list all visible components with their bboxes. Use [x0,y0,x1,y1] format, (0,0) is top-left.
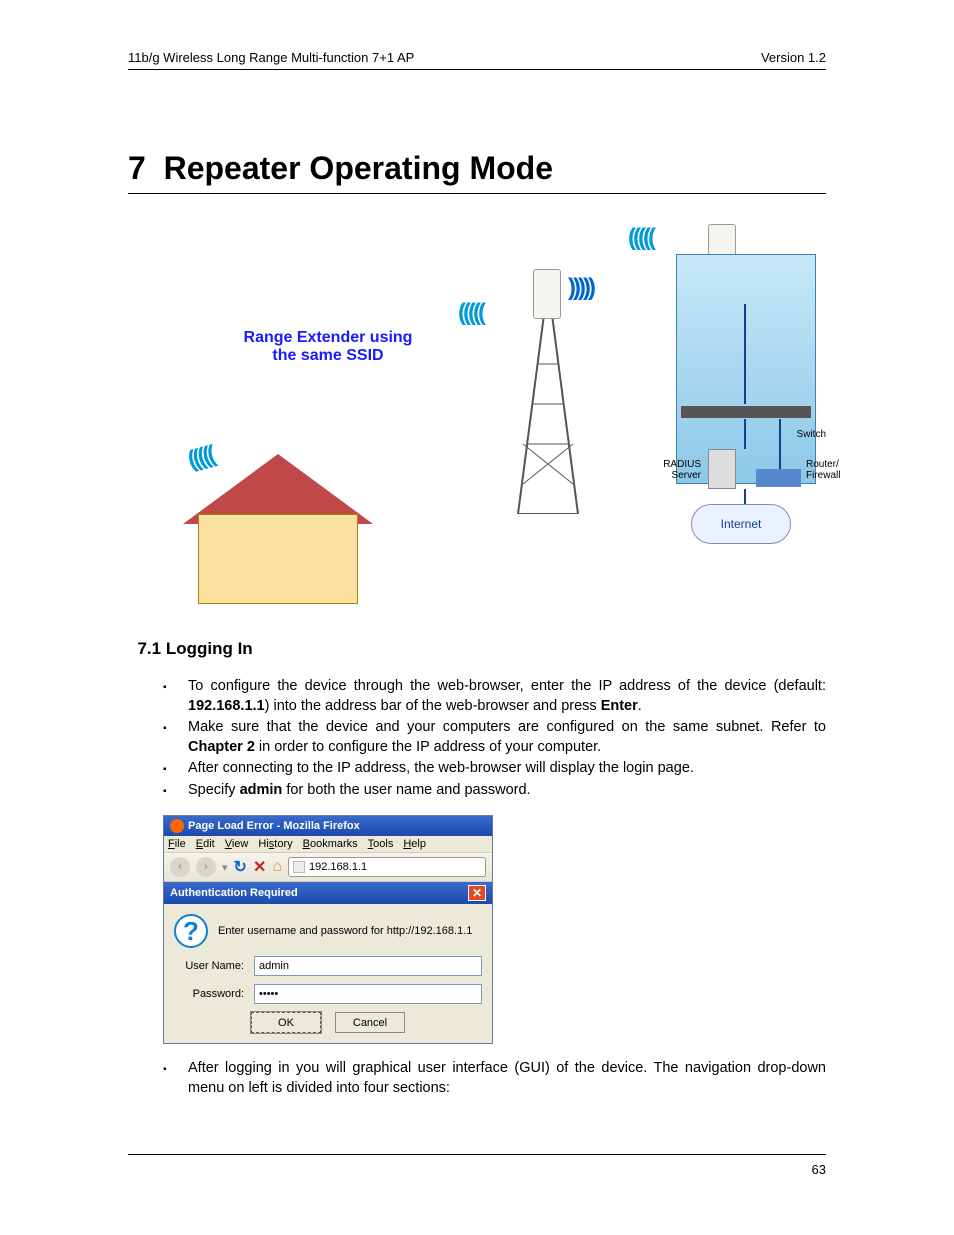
internet-cloud-icon: Internet [691,504,791,544]
close-button[interactable]: ✕ [468,885,486,901]
menu-item-bookmarks[interactable]: Bookmarks [303,838,358,850]
username-input[interactable]: admin [254,956,482,976]
forward-button[interactable]: › [196,857,216,877]
page-number: 63 [812,1162,826,1177]
list-item: Specify admin for both the user name and… [163,781,826,801]
window-titlebar: Page Load Error - Mozilla Firefox [164,816,492,836]
internet-label: Internet [721,517,762,531]
switch-icon [681,406,811,418]
question-icon: ? [174,914,208,948]
home-button[interactable]: ⌂ [272,858,282,876]
auth-message: Enter username and password for http://1… [218,925,482,937]
diagram-caption: Range Extender using the same SSID [228,329,428,365]
address-bar[interactable]: 192.168.1.1 [288,857,486,877]
switch-label: Switch [797,429,826,440]
firefox-window: Page Load Error - Mozilla Firefox File E… [163,815,493,1044]
auth-dialog-body: ? Enter username and password for http:/… [164,904,492,1043]
caption-line: Range Extender using [228,329,428,347]
cancel-button[interactable]: Cancel [335,1012,405,1033]
header-right: Version 1.2 [761,50,826,65]
section-heading: 7.1 Logging In [128,639,826,659]
network-diagram: Range Extender using the same SSID (((((… [128,214,826,614]
section-title: Logging In [166,639,253,658]
stop-button[interactable]: ✕ [253,857,266,877]
chapter-title: Repeater Operating Mode [164,150,553,186]
back-button[interactable]: ‹ [170,857,190,877]
footer-rule [128,1154,826,1155]
window-title: Page Load Error - Mozilla Firefox [188,820,360,832]
reload-button[interactable]: ↻ [234,857,247,877]
nav-toolbar: ‹ › ▾ ↻ ✕ ⌂ 192.168.1.1 [164,852,492,882]
header-left: 11b/g Wireless Long Range Multi-function… [128,50,414,65]
menu-item-view[interactable]: View [225,838,249,850]
building-diagram: Switch RADIUS Server Router/ Firewall In… [646,244,826,544]
auth-dialog-title: Authentication Required [170,887,298,899]
list-item: After connecting to the IP address, the … [163,759,826,779]
access-point-icon [533,269,561,319]
password-input[interactable]: ••••• [254,984,482,1004]
section-number: 7.1 [137,639,161,658]
wifi-signal-icon: ((((( [458,299,483,327]
username-label: User Name: [174,960,244,972]
router-label: Router/ Firewall [806,459,856,481]
instruction-list: To configure the device through the web-… [128,677,826,800]
list-item: After logging in you will graphical user… [163,1059,826,1098]
list-item: To configure the device through the web-… [163,677,826,716]
dropdown-arrow-icon[interactable]: ▾ [222,861,228,874]
list-item: Make sure that the device and your compu… [163,718,826,757]
chapter-number: 7 [128,150,146,186]
menu-item-history[interactable]: History [258,838,292,850]
menu-item-edit[interactable]: Edit [196,838,215,850]
menu-item-help[interactable]: Help [403,838,426,850]
url-text: 192.168.1.1 [309,861,367,873]
firefox-icon [170,819,184,833]
page-header: 11b/g Wireless Long Range Multi-function… [128,50,826,70]
menu-bar: File Edit View History Bookmarks Tools H… [164,836,492,852]
house-icon [183,454,373,604]
ok-button[interactable]: OK [251,1012,321,1033]
server-icon [708,449,736,489]
radius-label: RADIUS Server [641,459,701,481]
password-label: Password: [174,988,244,1000]
chapter-heading: 7 Repeater Operating Mode [128,150,826,194]
auth-dialog-titlebar: Authentication Required ✕ [164,882,492,904]
page-favicon-icon [293,861,305,873]
instruction-list-2: After logging in you will graphical user… [128,1059,826,1098]
menu-item-tools[interactable]: Tools [368,838,394,850]
router-icon [756,469,801,487]
menu-item-file[interactable]: File [168,838,186,850]
caption-line: the same SSID [228,347,428,365]
